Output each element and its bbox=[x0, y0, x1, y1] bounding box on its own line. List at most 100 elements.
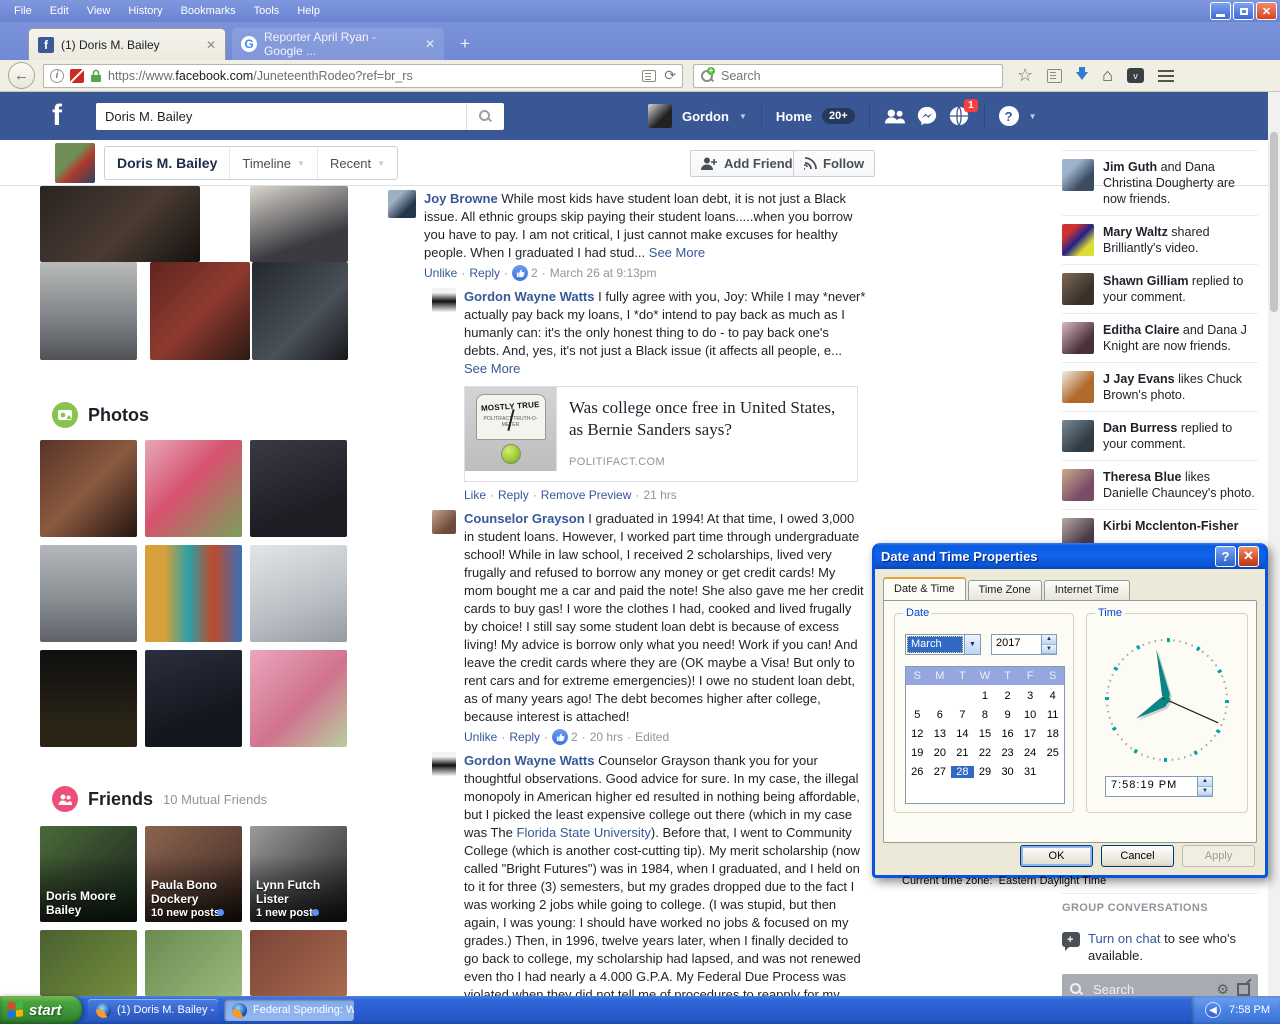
compose-icon[interactable] bbox=[1237, 983, 1250, 996]
calendar-day[interactable]: 26 bbox=[906, 766, 929, 778]
scrollbar[interactable] bbox=[1268, 92, 1280, 996]
taskbar-task-facebook[interactable]: (1) Doris M. Bailey - ... bbox=[88, 999, 218, 1021]
menu-item[interactable]: Edit bbox=[42, 2, 77, 20]
calendar-day[interactable]: 6 bbox=[929, 709, 952, 721]
like-link[interactable]: Like bbox=[464, 486, 486, 504]
photo-thumbnail[interactable] bbox=[250, 440, 347, 537]
notification-item[interactable]: Editha Claire and Dana J Knight are now … bbox=[1062, 313, 1258, 362]
chevron-down-icon[interactable]: ▼ bbox=[1029, 112, 1037, 121]
year-spinner[interactable]: 2017 ▲▼ bbox=[991, 634, 1057, 655]
calendar-day[interactable]: 29 bbox=[974, 766, 997, 778]
calendar-day[interactable]: 28 bbox=[951, 766, 974, 778]
calendar-day[interactable]: 21 bbox=[951, 747, 974, 759]
notification-item[interactable]: Jim Guth and Dana Christina Dougherty ar… bbox=[1062, 150, 1258, 215]
add-friend-button[interactable]: Add Friend bbox=[690, 150, 804, 177]
commenter-name[interactable]: Counselor Grayson bbox=[464, 511, 585, 526]
preview-title[interactable]: Was college once free in United States, … bbox=[569, 397, 845, 441]
year-down-icon[interactable]: ▼ bbox=[1042, 645, 1056, 655]
remove-preview-link[interactable]: Remove Preview bbox=[541, 486, 632, 504]
reply-link[interactable]: Reply bbox=[469, 264, 500, 282]
commenter-avatar[interactable] bbox=[432, 510, 456, 534]
nav-profile-link[interactable]: Gordon bbox=[682, 109, 729, 124]
menu-item[interactable]: History bbox=[120, 2, 170, 20]
tray-chevron-icon[interactable]: ◀ bbox=[1205, 1002, 1221, 1018]
nav-home-link[interactable]: Home bbox=[776, 109, 812, 124]
page-info-icon[interactable]: i bbox=[50, 69, 64, 83]
friend-card[interactable] bbox=[145, 930, 242, 996]
menu-icon[interactable] bbox=[1158, 70, 1174, 82]
menu-item[interactable]: File bbox=[6, 2, 40, 20]
calendar-day[interactable]: 23 bbox=[996, 747, 1019, 759]
photo-thumbnail[interactable] bbox=[40, 650, 137, 747]
calendar-day[interactable]: 1 bbox=[974, 690, 997, 702]
ok-button[interactable]: OK bbox=[1020, 845, 1093, 867]
friend-requests-icon[interactable] bbox=[884, 105, 906, 127]
notification-item[interactable]: Theresa Blue likes Danielle Chauncey's p… bbox=[1062, 460, 1258, 509]
chevron-down-icon[interactable]: ▼ bbox=[739, 112, 747, 121]
dialog-titlebar[interactable]: Date and Time Properties ? ✕ bbox=[875, 543, 1265, 569]
comment-timestamp[interactable]: 20 hrs bbox=[590, 728, 623, 746]
dialog-close-button[interactable]: ✕ bbox=[1238, 546, 1259, 567]
facebook-search-input[interactable] bbox=[96, 103, 466, 130]
time-up-icon[interactable]: ▲ bbox=[1198, 777, 1212, 787]
menu-item[interactable]: Tools bbox=[246, 2, 288, 20]
tab-facebook[interactable]: f (1) Doris M. Bailey ✕ bbox=[28, 28, 226, 60]
calendar-day[interactable]: 5 bbox=[906, 709, 929, 721]
back-button[interactable]: ← bbox=[8, 62, 35, 89]
commenter-avatar[interactable] bbox=[432, 752, 456, 776]
like-count[interactable]: 2 bbox=[552, 728, 578, 746]
friend-card[interactable] bbox=[250, 930, 347, 996]
menu-item[interactable]: Help bbox=[289, 2, 328, 20]
calendar-day[interactable]: 14 bbox=[951, 728, 974, 740]
new-tab-button[interactable]: + bbox=[452, 32, 478, 56]
comment-timestamp[interactable]: 21 hrs bbox=[643, 486, 676, 504]
notification-item[interactable]: Shawn Gilliam replied to your comment. bbox=[1062, 264, 1258, 313]
calendar-day[interactable]: 2 bbox=[996, 690, 1019, 702]
dialog-help-button[interactable]: ? bbox=[1215, 546, 1236, 567]
menu-item[interactable]: Bookmarks bbox=[173, 2, 244, 20]
start-button[interactable]: start bbox=[0, 996, 82, 1024]
url-bar[interactable]: i https://www.facebook.com/JuneteenthRod… bbox=[43, 64, 683, 88]
downloads-icon[interactable] bbox=[1076, 72, 1088, 80]
calendar-day[interactable]: 9 bbox=[996, 709, 1019, 721]
pocket-icon[interactable]: v bbox=[1127, 68, 1144, 83]
browser-search[interactable]: + bbox=[693, 64, 1003, 88]
turn-on-chat-link[interactable]: Turn on chat bbox=[1088, 931, 1161, 946]
facebook-logo[interactable]: f bbox=[52, 99, 82, 133]
commenter-name[interactable]: Gordon Wayne Watts bbox=[464, 289, 594, 304]
facebook-search-button[interactable] bbox=[466, 103, 504, 130]
photo-thumbnail[interactable] bbox=[145, 440, 242, 537]
tab-date-time[interactable]: Date & Time bbox=[883, 577, 966, 600]
unlike-link[interactable]: Unlike bbox=[464, 728, 497, 746]
friend-card[interactable]: Lynn Futch Lister 1 new post bbox=[250, 826, 347, 922]
month-dropdown-icon[interactable]: ▼ bbox=[964, 635, 980, 654]
calendar-day[interactable]: 16 bbox=[996, 728, 1019, 740]
reload-icon[interactable]: ⟳ bbox=[664, 67, 676, 84]
browser-search-input[interactable] bbox=[719, 68, 959, 84]
calendar-day[interactable]: 4 bbox=[1041, 690, 1064, 702]
calendar-day[interactable]: 22 bbox=[974, 747, 997, 759]
commenter-avatar[interactable] bbox=[432, 288, 456, 312]
bookmark-star-icon[interactable]: ☆ bbox=[1017, 65, 1033, 86]
chat-search-input[interactable] bbox=[1091, 981, 1191, 998]
calendar-day[interactable]: 11 bbox=[1041, 709, 1064, 721]
month-select[interactable]: March ▼ bbox=[905, 634, 981, 655]
profile-avatar[interactable] bbox=[55, 143, 95, 183]
home-icon[interactable]: ⌂ bbox=[1102, 65, 1113, 86]
photo-thumbnail[interactable] bbox=[252, 262, 348, 360]
photo-thumbnail[interactable] bbox=[40, 545, 137, 642]
unlike-link[interactable]: Unlike bbox=[424, 264, 457, 282]
help-icon[interactable]: ? bbox=[999, 106, 1019, 126]
photo-thumbnail[interactable] bbox=[150, 262, 250, 360]
taskbar-task-federal-spending[interactable]: Federal Spending: W... bbox=[224, 999, 354, 1021]
calendar-day[interactable]: 31 bbox=[1019, 766, 1042, 778]
photo-thumbnail[interactable] bbox=[40, 186, 200, 262]
like-count[interactable]: 2 bbox=[512, 264, 538, 282]
calendar-day[interactable]: 13 bbox=[929, 728, 952, 740]
friend-card[interactable]: Doris Moore Bailey bbox=[40, 826, 137, 922]
photos-title[interactable]: Photos bbox=[88, 405, 149, 426]
tab-google[interactable]: G Reporter April Ryan - Google ... ✕ bbox=[232, 28, 444, 60]
page-title[interactable]: Doris M. Bailey bbox=[105, 147, 229, 179]
restore-button[interactable] bbox=[1233, 2, 1254, 20]
fsu-link[interactable]: Florida State University bbox=[517, 825, 651, 840]
